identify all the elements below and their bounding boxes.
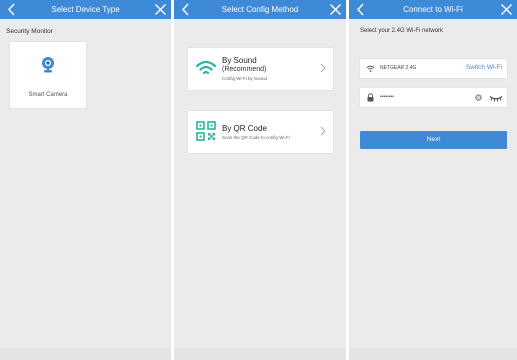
password-field[interactable]: •••••••• (360, 88, 507, 107)
title-bar: Select Device Type (0, 0, 171, 19)
camera-icon (42, 57, 54, 73)
qr-code-icon (196, 121, 216, 141)
page-title: Select Device Type (51, 5, 120, 14)
method-title: By Sound (222, 56, 257, 65)
chevron-left-icon[interactable] (180, 3, 192, 16)
wifi-name: NETGEAR 2.4G (380, 65, 417, 71)
switch-wifi-link[interactable]: Switch Wi-Fi (466, 64, 502, 71)
title-bar: Connect to Wi-Fi (349, 0, 517, 19)
method-title: By QR Code (222, 124, 267, 133)
select-config-method-screen: Select Config Method By Sound (Recommend… (174, 0, 346, 360)
method-description: Scan the QR Code to config Wi-Fi (222, 135, 290, 140)
chevron-right-icon (320, 63, 326, 73)
clear-icon[interactable] (475, 94, 482, 101)
next-button[interactable]: Next (360, 131, 507, 149)
close-icon[interactable] (500, 3, 513, 16)
chevron-left-icon[interactable] (355, 3, 367, 16)
connect-to-wifi-screen: Connect to Wi-Fi Select your 2.4G Wi-Fi … (349, 0, 517, 360)
title-bar: Select Config Method (174, 0, 346, 19)
by-sound-option[interactable]: By Sound (Recommend) Config Wi-Fi by Sou… (188, 48, 333, 90)
page-title: Select Config Method (221, 5, 299, 14)
method-description: Config Wi-Fi by Sound (222, 76, 268, 81)
select-device-type-screen: Select Device Type Security Monitor Smar… (0, 0, 171, 360)
bottom-bar (349, 348, 517, 360)
chevron-right-icon (320, 126, 326, 136)
password-value: •••••••• (380, 94, 395, 100)
wifi-signal-icon (195, 60, 217, 75)
eye-closed-icon[interactable] (489, 94, 503, 102)
chevron-left-icon[interactable] (6, 3, 18, 16)
close-icon[interactable] (329, 3, 342, 16)
lock-icon (367, 93, 374, 102)
network-prompt: Select your 2.4G Wi-Fi network (360, 28, 444, 34)
smart-camera-card[interactable]: Smart Camera (10, 42, 86, 108)
page-title: Connect to Wi-Fi (403, 5, 463, 14)
bottom-bar (174, 348, 346, 360)
method-subtitle: (Recommend) (222, 66, 267, 73)
wifi-icon (366, 65, 375, 72)
device-label: Smart Camera (28, 92, 68, 98)
close-icon[interactable] (154, 3, 167, 16)
wifi-network-field[interactable]: NETGEAR 2.4G Switch Wi-Fi (360, 59, 507, 78)
by-qr-code-option[interactable]: By QR Code Scan the QR Code to config Wi… (188, 111, 333, 153)
bottom-bar (0, 348, 171, 360)
section-label: Security Monitor (6, 28, 53, 35)
